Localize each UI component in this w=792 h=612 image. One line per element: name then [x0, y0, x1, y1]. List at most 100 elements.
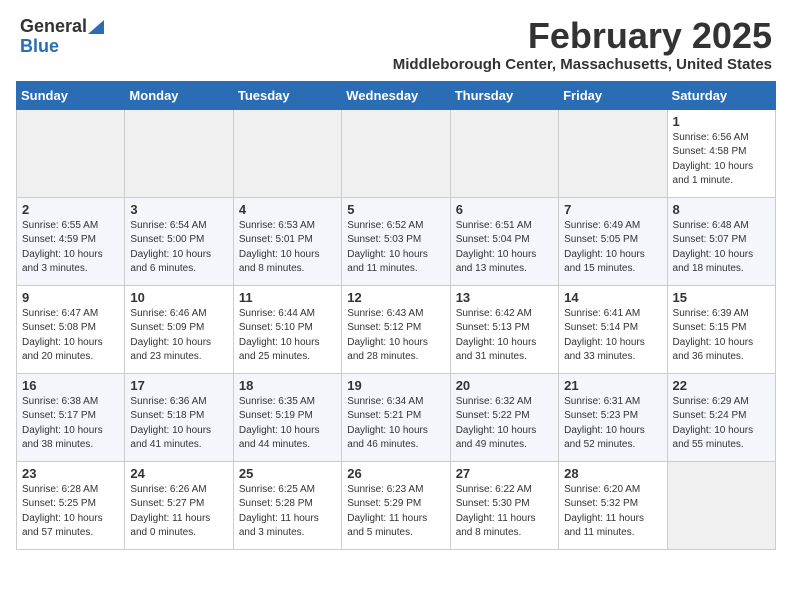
- calendar-cell: [233, 109, 341, 197]
- calendar-cell: 15Sunrise: 6:39 AM Sunset: 5:15 PM Dayli…: [667, 285, 775, 373]
- calendar-cell: 16Sunrise: 6:38 AM Sunset: 5:17 PM Dayli…: [17, 373, 125, 461]
- calendar-cell: [125, 109, 233, 197]
- calendar-cell: [559, 109, 667, 197]
- logo: General Blue: [20, 16, 104, 55]
- month-title: February 2025: [393, 16, 772, 56]
- calendar-cell: 19 Sunrise: 6:34 AM Sunset: 5:21 PM Dayli…: [342, 373, 450, 461]
- col-sunday: Sunday: [17, 81, 125, 109]
- day-number: 13: [456, 290, 553, 305]
- day-info: Sunrise: 6:52 AM Sunset: 5:03 PM Dayligh…: [347, 219, 444, 277]
- calendar-cell: 11 Sunrise: 6:44 AM Sunset: 5:10 PM Dayli…: [233, 285, 341, 373]
- calendar-cell: 26 Sunrise: 6:23 AM Sunset: 5:29 PM Dayli…: [342, 461, 450, 549]
- day-number: 14: [564, 290, 661, 305]
- day-number: 24: [130, 466, 227, 481]
- calendar-cell: 2 Sunrise: 6:55 AM Sunset: 4:59 PM Daylig…: [17, 197, 125, 285]
- calendar-cell: 5 Sunrise: 6:52 AM Sunset: 5:03 PM Daylig…: [342, 197, 450, 285]
- day-info: Sunrise: 6:20 AM Sunset: 5:32 PM Dayligh…: [564, 483, 661, 541]
- day-number: 8: [673, 202, 770, 217]
- calendar-cell: 6 Sunrise: 6:51 AM Sunset: 5:04 PM Daylig…: [450, 197, 558, 285]
- calendar-week-row: 1 Sunrise: 6:56 AM Sunset: 4:58 PM Daylig…: [17, 109, 776, 197]
- day-number: 27: [456, 466, 553, 481]
- col-wednesday: Wednesday: [342, 81, 450, 109]
- day-number: 28: [564, 466, 661, 481]
- calendar-cell: 13 Sunrise: 6:42 AM Sunset: 5:13 PM Dayli…: [450, 285, 558, 373]
- col-friday: Friday: [559, 81, 667, 109]
- page-header: General Blue February 2025 Middleborough…: [0, 0, 792, 81]
- day-number: 25: [239, 466, 336, 481]
- day-number: 7: [564, 202, 661, 217]
- calendar-table: Sunday Monday Tuesday Wednesday Thursday…: [16, 81, 776, 550]
- day-info: Sunrise: 6:48 AM Sunset: 5:07 PM Dayligh…: [673, 219, 770, 277]
- calendar-cell: 23Sunrise: 6:28 AM Sunset: 5:25 PM Dayli…: [17, 461, 125, 549]
- day-number: 26: [347, 466, 444, 481]
- day-info: Sunrise: 6:49 AM Sunset: 5:05 PM Dayligh…: [564, 219, 661, 277]
- day-number: 6: [456, 202, 553, 217]
- day-number: 4: [239, 202, 336, 217]
- day-info: Sunrise: 6:26 AM Sunset: 5:27 PM Dayligh…: [130, 483, 227, 541]
- calendar-cell: 27 Sunrise: 6:22 AM Sunset: 5:30 PM Dayli…: [450, 461, 558, 549]
- day-info: Sunrise: 6:25 AM Sunset: 5:28 PM Dayligh…: [239, 483, 336, 541]
- day-info: Sunrise: 6:55 AM Sunset: 4:59 PM Dayligh…: [22, 219, 119, 277]
- calendar-week-row: 9 Sunrise: 6:47 AM Sunset: 5:08 PM Daylig…: [17, 285, 776, 373]
- calendar-week-row: 2 Sunrise: 6:55 AM Sunset: 4:59 PM Daylig…: [17, 197, 776, 285]
- calendar-cell: 7 Sunrise: 6:49 AM Sunset: 5:05 PM Daylig…: [559, 197, 667, 285]
- calendar-header: Sunday Monday Tuesday Wednesday Thursday…: [17, 81, 776, 109]
- day-info: Sunrise: 6:46 AM Sunset: 5:09 PM Dayligh…: [130, 307, 227, 365]
- calendar-week-row: 16Sunrise: 6:38 AM Sunset: 5:17 PM Dayli…: [17, 373, 776, 461]
- day-info: Sunrise: 6:43 AM Sunset: 5:12 PM Dayligh…: [347, 307, 444, 365]
- day-number: 19: [347, 378, 444, 393]
- day-number: 22: [673, 378, 770, 393]
- calendar-cell: [342, 109, 450, 197]
- calendar-cell: 3 Sunrise: 6:54 AM Sunset: 5:00 PM Daylig…: [125, 197, 233, 285]
- day-info: Sunrise: 6:44 AM Sunset: 5:10 PM Dayligh…: [239, 307, 336, 365]
- logo-triangle-icon: [88, 20, 104, 34]
- day-info: Sunrise: 6:23 AM Sunset: 5:29 PM Dayligh…: [347, 483, 444, 541]
- calendar-cell: 10 Sunrise: 6:46 AM Sunset: 5:09 PM Dayli…: [125, 285, 233, 373]
- day-number: 3: [130, 202, 227, 217]
- calendar-cell: 21Sunrise: 6:31 AM Sunset: 5:23 PM Dayli…: [559, 373, 667, 461]
- calendar: Sunday Monday Tuesday Wednesday Thursday…: [0, 81, 792, 566]
- day-number: 23: [22, 466, 119, 481]
- day-info: Sunrise: 6:53 AM Sunset: 5:01 PM Dayligh…: [239, 219, 336, 277]
- day-info: Sunrise: 6:22 AM Sunset: 5:30 PM Dayligh…: [456, 483, 553, 541]
- day-number: 5: [347, 202, 444, 217]
- day-number: 10: [130, 290, 227, 305]
- day-info: Sunrise: 6:38 AM Sunset: 5:17 PM Dayligh…: [22, 395, 119, 453]
- calendar-cell: 24 Sunrise: 6:26 AM Sunset: 5:27 PM Dayli…: [125, 461, 233, 549]
- day-info: Sunrise: 6:47 AM Sunset: 5:08 PM Dayligh…: [22, 307, 119, 365]
- logo-blue-text: Blue: [20, 37, 59, 55]
- day-number: 17: [130, 378, 227, 393]
- day-number: 11: [239, 290, 336, 305]
- day-number: 21: [564, 378, 661, 393]
- calendar-body: 1 Sunrise: 6:56 AM Sunset: 4:58 PM Daylig…: [17, 109, 776, 549]
- day-info: Sunrise: 6:35 AM Sunset: 5:19 PM Dayligh…: [239, 395, 336, 453]
- calendar-cell: 22 Sunrise: 6:29 AM Sunset: 5:24 PM Dayli…: [667, 373, 775, 461]
- day-number: 9: [22, 290, 119, 305]
- calendar-cell: 8 Sunrise: 6:48 AM Sunset: 5:07 PM Daylig…: [667, 197, 775, 285]
- calendar-cell: 25 Sunrise: 6:25 AM Sunset: 5:28 PM Dayli…: [233, 461, 341, 549]
- day-info: Sunrise: 6:32 AM Sunset: 5:22 PM Dayligh…: [456, 395, 553, 453]
- day-number: 2: [22, 202, 119, 217]
- header-row: Sunday Monday Tuesday Wednesday Thursday…: [17, 81, 776, 109]
- day-info: Sunrise: 6:51 AM Sunset: 5:04 PM Dayligh…: [456, 219, 553, 277]
- calendar-cell: 4 Sunrise: 6:53 AM Sunset: 5:01 PM Daylig…: [233, 197, 341, 285]
- day-number: 15: [673, 290, 770, 305]
- calendar-cell: 14Sunrise: 6:41 AM Sunset: 5:14 PM Dayli…: [559, 285, 667, 373]
- col-thursday: Thursday: [450, 81, 558, 109]
- day-number: 18: [239, 378, 336, 393]
- calendar-cell: 9 Sunrise: 6:47 AM Sunset: 5:08 PM Daylig…: [17, 285, 125, 373]
- calendar-week-row: 23Sunrise: 6:28 AM Sunset: 5:25 PM Dayli…: [17, 461, 776, 549]
- day-number: 20: [456, 378, 553, 393]
- day-info: Sunrise: 6:56 AM Sunset: 4:58 PM Dayligh…: [673, 131, 770, 189]
- day-info: Sunrise: 6:54 AM Sunset: 5:00 PM Dayligh…: [130, 219, 227, 277]
- logo-general-text: General: [20, 16, 87, 37]
- day-number: 1: [673, 114, 770, 129]
- day-info: Sunrise: 6:34 AM Sunset: 5:21 PM Dayligh…: [347, 395, 444, 453]
- day-info: Sunrise: 6:29 AM Sunset: 5:24 PM Dayligh…: [673, 395, 770, 453]
- calendar-cell: 28 Sunrise: 6:20 AM Sunset: 5:32 PM Dayli…: [559, 461, 667, 549]
- day-info: Sunrise: 6:42 AM Sunset: 5:13 PM Dayligh…: [456, 307, 553, 365]
- calendar-cell: 20 Sunrise: 6:32 AM Sunset: 5:22 PM Dayli…: [450, 373, 558, 461]
- calendar-cell: 17Sunrise: 6:36 AM Sunset: 5:18 PM Dayli…: [125, 373, 233, 461]
- col-saturday: Saturday: [667, 81, 775, 109]
- calendar-cell: [667, 461, 775, 549]
